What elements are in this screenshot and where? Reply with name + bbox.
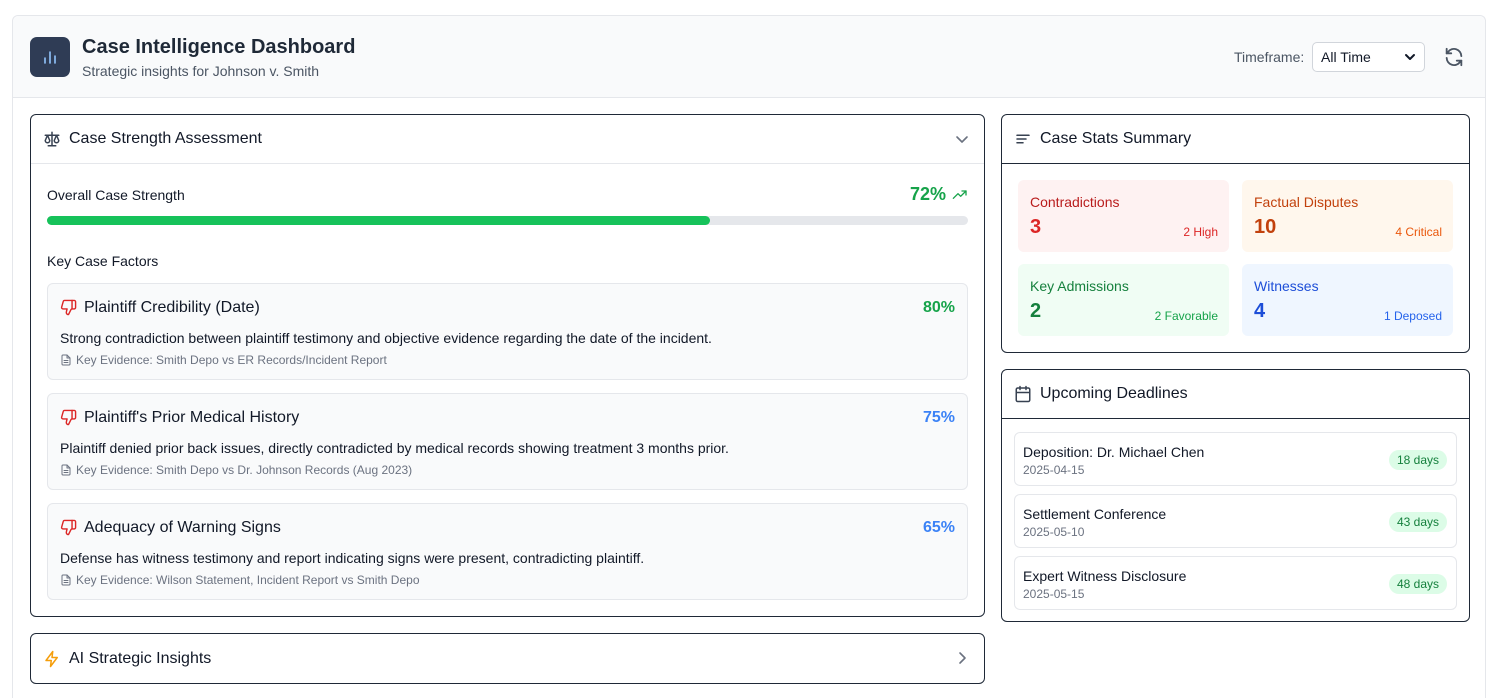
ai-insights-header[interactable]: AI Strategic Insights xyxy=(31,634,984,683)
factor-description: Plaintiff denied prior back issues, dire… xyxy=(60,440,729,456)
stat-value: 3 xyxy=(1030,216,1042,238)
factor-evidence: Key Evidence: Smith Depo vs ER Records/I… xyxy=(60,353,387,367)
stat-label: Key Admissions xyxy=(1030,278,1129,294)
stat-witnesses[interactable]: Witnesses 4 1 Deposed xyxy=(1242,264,1453,336)
document-icon xyxy=(61,354,71,366)
case-stats-title: Case Stats Summary xyxy=(1040,130,1192,147)
strength-progress-bar xyxy=(47,216,968,225)
factor-description: Defense has witness testimony and report… xyxy=(60,550,645,566)
key-factors-title: Key Case Factors xyxy=(47,253,159,269)
stat-sublabel: 4 Critical xyxy=(1395,225,1442,239)
stat-sublabel: 1 Deposed xyxy=(1383,309,1442,323)
chevron-right-icon[interactable] xyxy=(954,650,970,666)
factor-card[interactable]: Plaintiff Credibility (Date) 80% Strong … xyxy=(47,283,968,380)
lightning-icon xyxy=(43,650,61,668)
thumbs-down-icon xyxy=(60,409,77,426)
stat-label: Contradictions xyxy=(1030,194,1120,210)
factor-name: Plaintiff Credibility (Date) xyxy=(84,299,260,316)
deadlines-card: Upcoming Deadlines Deposition: Dr. Micha… xyxy=(1001,369,1470,622)
stat-value: 2 xyxy=(1030,300,1042,322)
stat-sublabel: 2 Favorable xyxy=(1154,309,1218,323)
case-stats-card: Case Stats Summary Contradictions 3 2 Hi… xyxy=(1001,114,1470,353)
stat-key-admissions[interactable]: Key Admissions 2 2 Favorable xyxy=(1018,264,1229,336)
case-strength-header[interactable]: Case Strength Assessment xyxy=(31,115,984,164)
factor-evidence-text: Key Evidence: Smith Depo vs Dr. Johnson … xyxy=(76,463,413,477)
factor-evidence: Key Evidence: Smith Depo vs Dr. Johnson … xyxy=(60,463,412,477)
trending-up-icon xyxy=(952,190,967,199)
document-icon xyxy=(61,574,71,586)
deadlines-header: Upcoming Deadlines xyxy=(1002,370,1469,419)
factor-evidence: Key Evidence: Wilson Statement, Incident… xyxy=(60,573,420,587)
deadline-item[interactable]: Expert Witness Disclosure 2025-05-15 48 … xyxy=(1014,556,1457,610)
page-title: Case Intelligence Dashboard xyxy=(82,36,356,58)
overall-strength-value: 72% xyxy=(909,184,946,204)
thumbs-down-icon xyxy=(60,519,77,536)
ai-insights-card[interactable]: AI Strategic Insights xyxy=(30,633,985,684)
overall-strength-label: Overall Case Strength xyxy=(47,187,185,203)
deadline-title: Settlement Conference xyxy=(1023,506,1167,522)
case-stats-header: Case Stats Summary xyxy=(1002,115,1469,164)
stat-sublabel: 2 High xyxy=(1183,225,1218,239)
stat-value: 10 xyxy=(1254,216,1277,238)
deadline-date: 2025-05-10 xyxy=(1023,525,1085,539)
factor-name: Adequacy of Warning Signs xyxy=(84,519,281,536)
deadline-title: Deposition: Dr. Michael Chen xyxy=(1023,444,1205,460)
factor-score: 80% xyxy=(922,299,955,316)
deadline-days-badge: 18 days xyxy=(1388,450,1447,470)
ai-insights-title: AI Strategic Insights xyxy=(69,649,212,667)
dashboard-header: Case Intelligence Dashboard Strategic in… xyxy=(13,16,1485,98)
deadline-item[interactable]: Deposition: Dr. Michael Chen 2025-04-15 … xyxy=(1014,432,1457,486)
case-strength-title: Case Strength Assessment xyxy=(69,130,262,147)
deadline-title: Expert Witness Disclosure xyxy=(1023,568,1187,584)
stat-value: 4 xyxy=(1254,300,1266,322)
strength-progress-fill xyxy=(47,216,711,225)
document-icon xyxy=(61,464,71,476)
stat-contradictions[interactable]: Contradictions 3 2 High xyxy=(1018,180,1229,252)
refresh-icon[interactable] xyxy=(1443,46,1465,68)
stat-label: Factual Disputes xyxy=(1254,194,1359,210)
deadline-date: 2025-04-15 xyxy=(1023,463,1085,477)
scale-icon xyxy=(43,130,61,148)
deadline-item[interactable]: Settlement Conference 2025-05-10 43 days xyxy=(1014,494,1457,548)
timeframe-label: Timeframe: xyxy=(1234,49,1305,65)
chevron-down-icon[interactable] xyxy=(954,131,970,147)
dashboard-app: Case Intelligence Dashboard Strategic in… xyxy=(12,15,1486,698)
factor-evidence-text: Key Evidence: Wilson Statement, Incident… xyxy=(76,573,420,587)
factor-evidence-text: Key Evidence: Smith Depo vs ER Records/I… xyxy=(76,353,387,367)
deadline-date: 2025-05-15 xyxy=(1023,587,1085,601)
deadline-days-badge: 43 days xyxy=(1388,512,1447,532)
chevron-down-icon xyxy=(1405,54,1415,60)
factor-card[interactable]: Plaintiff's Prior Medical History 75% Pl… xyxy=(47,393,968,490)
stat-label: Witnesses xyxy=(1254,278,1319,294)
factor-score: 75% xyxy=(922,409,955,426)
factor-description: Strong contradiction between plaintiff t… xyxy=(60,330,712,346)
thumbs-down-icon xyxy=(60,299,77,316)
factor-card[interactable]: Adequacy of Warning Signs 65% Defense ha… xyxy=(47,503,968,600)
timeframe-value: All Time xyxy=(1321,49,1371,65)
bar-chart-icon xyxy=(30,37,70,77)
page-subtitle: Strategic insights for Johnson v. Smith xyxy=(82,63,320,79)
stat-factual-disputes[interactable]: Factual Disputes 10 4 Critical xyxy=(1242,180,1453,252)
calendar-icon xyxy=(1014,385,1032,403)
timeframe-select[interactable]: All Time xyxy=(1312,42,1425,72)
list-icon xyxy=(1014,130,1032,148)
factor-name: Plaintiff's Prior Medical History xyxy=(84,409,300,426)
deadlines-title: Upcoming Deadlines xyxy=(1040,385,1188,402)
factor-score: 65% xyxy=(922,519,955,536)
deadline-days-badge: 48 days xyxy=(1388,574,1447,594)
case-strength-card: Case Strength Assessment Overall Case St… xyxy=(30,114,985,617)
